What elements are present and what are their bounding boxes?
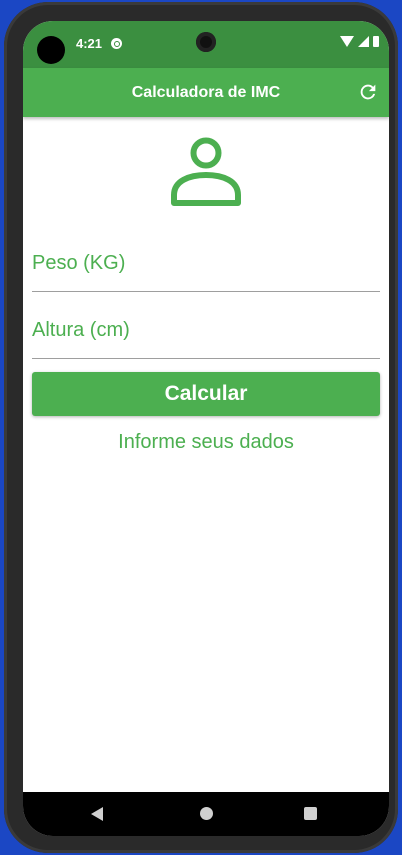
status-time: 4:21 <box>76 36 103 51</box>
signal-icon <box>358 36 369 47</box>
navigation-bar <box>23 792 389 836</box>
screen: 4:21 Calculadora de IMC Peso (KG) Altura… <box>23 21 389 836</box>
person-outline-icon <box>171 137 241 206</box>
status-icons <box>340 36 379 47</box>
weight-field[interactable]: Peso (KG) <box>32 239 380 292</box>
recents-icon[interactable] <box>304 807 317 820</box>
wifi-icon <box>340 36 354 47</box>
weight-label: Peso (KG) <box>32 252 126 274</box>
back-icon[interactable] <box>91 807 103 821</box>
device-frame: 4:21 Calculadora de IMC Peso (KG) Altura… <box>4 2 398 853</box>
height-label: Altura (cm) <box>32 319 130 341</box>
app-title: Calculadora de IMC <box>131 84 281 101</box>
battery-icon <box>373 36 379 47</box>
front-camera-icon <box>196 32 216 52</box>
status-bar: 4:21 <box>23 21 389 68</box>
refresh-icon[interactable] <box>357 81 379 103</box>
height-field[interactable]: Altura (cm) <box>32 306 380 359</box>
calculate-button[interactable]: Calcular <box>32 372 380 416</box>
app-bar: Calculadora de IMC <box>23 68 389 117</box>
home-icon[interactable] <box>200 807 213 820</box>
info-text: Informe seus dados <box>118 431 294 453</box>
notification-app-icon <box>111 38 122 49</box>
camera-dot-icon <box>37 36 65 64</box>
